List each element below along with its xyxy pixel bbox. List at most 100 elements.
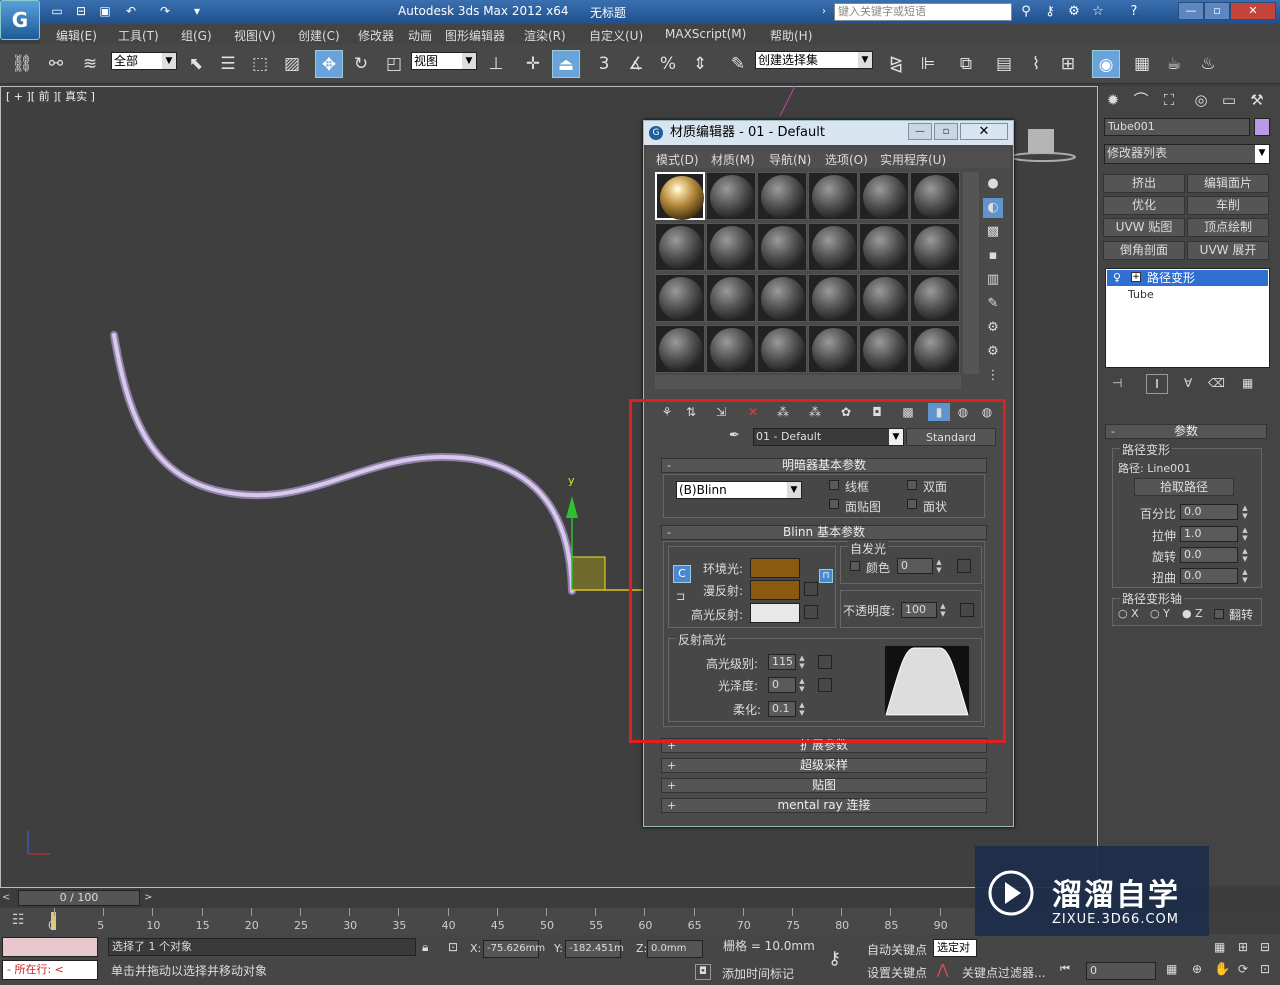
time-config-icon[interactable]: ▦ bbox=[1166, 962, 1177, 976]
absolute-mode-icon[interactable]: ⊡ bbox=[448, 940, 458, 954]
modifier-list-dropdown[interactable]: 修改器列表 ▼ bbox=[1104, 144, 1270, 164]
pick-path-button[interactable]: 拾取路径 bbox=[1134, 478, 1234, 496]
material-sample-slot[interactable] bbox=[859, 325, 909, 373]
close-button[interactable]: ✕ bbox=[1230, 2, 1276, 20]
slot-hscrollbar[interactable] bbox=[655, 375, 961, 389]
pin-stack-icon[interactable]: ⊣ bbox=[1112, 376, 1122, 390]
slot-scrollbar[interactable] bbox=[963, 172, 979, 374]
align-icon[interactable]: ⊫ bbox=[914, 50, 942, 78]
slider-next-icon[interactable]: > bbox=[144, 891, 158, 905]
render-setup-icon[interactable]: ▦ bbox=[1128, 50, 1156, 78]
help-icon[interactable]: ? bbox=[1124, 3, 1144, 21]
twist-spinner[interactable]: 0.0 bbox=[1180, 568, 1238, 584]
field-of-view-icon[interactable]: ⊟ bbox=[1260, 940, 1270, 954]
params-rollout-header[interactable]: - 参数 bbox=[1105, 424, 1267, 439]
edit-named-sets-icon[interactable]: ✎ bbox=[724, 50, 752, 78]
render-production-icon[interactable]: ♨ bbox=[1194, 50, 1222, 78]
menu-customize[interactable]: 自定义(U) bbox=[589, 27, 643, 44]
pan-hand-icon[interactable]: ✋ bbox=[1214, 962, 1230, 977]
material-sample-slot[interactable] bbox=[910, 223, 960, 271]
comm-center-icon[interactable]: ⚙ bbox=[1064, 3, 1084, 21]
app-logo-icon[interactable]: G bbox=[0, 0, 40, 40]
material-sample-slot[interactable] bbox=[808, 223, 858, 271]
script-line-field[interactable]: - 所在行: < bbox=[2, 960, 98, 980]
render-frame-icon[interactable]: ☕ bbox=[1160, 50, 1188, 78]
utilities-tab-icon[interactable]: ⚒ bbox=[1245, 89, 1269, 111]
spinner-arrows-icon[interactable]: ▲ ▼ bbox=[1240, 526, 1250, 542]
selection-set-dropdown[interactable]: 选定对 bbox=[933, 939, 977, 957]
zoom-all-icon[interactable]: ▦ bbox=[1214, 940, 1225, 954]
material-sample-slot[interactable] bbox=[808, 172, 858, 220]
material-sample-slot[interactable] bbox=[706, 274, 756, 322]
menu-help[interactable]: 帮助(H) bbox=[770, 27, 812, 44]
mod-btn-lathe[interactable]: 车削 bbox=[1187, 196, 1269, 215]
orbit-icon[interactable]: ⟳ bbox=[1238, 962, 1248, 976]
axis-x-radio[interactable]: ○ X bbox=[1118, 607, 1139, 620]
new-file-icon[interactable]: ▭ bbox=[48, 3, 66, 19]
mated-menu-navigation[interactable]: 导航(N) bbox=[769, 151, 811, 168]
mated-menu-material[interactable]: 材质(M) bbox=[711, 151, 755, 168]
material-sample-slot[interactable] bbox=[859, 172, 909, 220]
object-color-swatch[interactable] bbox=[1254, 118, 1270, 136]
mated-menu-utilities[interactable]: 实用程序(U) bbox=[880, 151, 946, 168]
mod-btn-uvw-map[interactable]: UVW 贴图 bbox=[1103, 218, 1185, 237]
layer-manager-icon[interactable]: ⧉ bbox=[952, 50, 980, 78]
percent-spinner[interactable]: 0.0 bbox=[1180, 504, 1238, 520]
mental-ray-rollout[interactable]: + mental ray 连接 bbox=[661, 798, 987, 813]
curve-editor-icon[interactable]: ⌇ bbox=[1022, 50, 1050, 78]
display-tab-icon[interactable]: ▭ bbox=[1217, 89, 1241, 111]
lightbulb-icon[interactable]: ♀ bbox=[1113, 271, 1121, 284]
material-sample-slot[interactable] bbox=[655, 223, 705, 271]
redo-icon[interactable]: ↷ bbox=[156, 3, 174, 19]
flip-checkbox[interactable] bbox=[1214, 609, 1224, 619]
spinner-snap-icon[interactable]: ⇕ bbox=[686, 50, 714, 78]
mod-btn-unwrap-uvw[interactable]: UVW 展开 bbox=[1187, 241, 1269, 260]
material-sample-slot[interactable] bbox=[910, 325, 960, 373]
window-crossing-icon[interactable]: ▨ bbox=[278, 50, 306, 78]
material-sample-slot[interactable] bbox=[655, 325, 705, 373]
select-by-name-icon[interactable]: ☰ bbox=[214, 50, 242, 78]
object-name-field[interactable]: Tube001 bbox=[1104, 118, 1250, 136]
material-sample-slot[interactable] bbox=[757, 274, 807, 322]
material-sample-slot[interactable] bbox=[706, 223, 756, 271]
select-by-material-icon[interactable]: ⚙ bbox=[983, 342, 1003, 362]
select-manipulate-icon[interactable]: ✛ bbox=[519, 50, 547, 78]
make-preview-icon[interactable]: ✎ bbox=[983, 294, 1003, 314]
snaps-toggle-icon[interactable]: 3 bbox=[590, 50, 618, 78]
rect-selection-icon[interactable]: ⬚ bbox=[246, 50, 274, 78]
backlight-icon[interactable]: ◐ bbox=[983, 198, 1003, 218]
modify-tab-icon[interactable]: ⌒ bbox=[1129, 89, 1153, 111]
time-slider[interactable]: 0 / 100 bbox=[18, 890, 140, 906]
material-sample-slot[interactable] bbox=[706, 325, 756, 373]
material-map-navigator-icon[interactable]: ⋮ bbox=[983, 366, 1003, 386]
binoculars-icon[interactable]: ⚲ bbox=[1016, 3, 1036, 21]
mated-minimize-button[interactable]: — bbox=[908, 123, 932, 140]
mod-btn-vertex-paint[interactable]: 顶点绘制 bbox=[1187, 218, 1269, 237]
mated-close-button[interactable]: ✕ bbox=[960, 123, 1008, 140]
slider-prev-icon[interactable]: < bbox=[2, 891, 16, 905]
material-sample-slot[interactable] bbox=[757, 325, 807, 373]
zoom-icon[interactable]: ⊕ bbox=[1192, 962, 1202, 976]
video-color-check-icon[interactable]: ▥ bbox=[983, 270, 1003, 290]
key-icon[interactable]: ⚷ bbox=[1040, 3, 1060, 21]
mod-btn-edit-patch[interactable]: 编辑面片 bbox=[1187, 174, 1269, 193]
material-sample-slot[interactable] bbox=[859, 274, 909, 322]
menu-maxscript[interactable]: MAXScript(M) bbox=[665, 27, 746, 41]
percent-snap-icon[interactable]: % bbox=[654, 50, 682, 78]
material-sample-slot[interactable] bbox=[655, 172, 705, 220]
menu-create[interactable]: 创建(C) bbox=[298, 27, 340, 44]
open-file-icon[interactable]: ⊟ bbox=[72, 3, 90, 19]
material-sample-slot[interactable] bbox=[808, 325, 858, 373]
menu-edit[interactable]: 编辑(E) bbox=[56, 27, 97, 44]
keyboard-shortcut-icon[interactable]: ⏏ bbox=[552, 50, 580, 78]
mod-btn-optimize[interactable]: 优化 bbox=[1103, 196, 1185, 215]
motion-tab-icon[interactable]: ◎ bbox=[1189, 89, 1213, 111]
max-toggle-icon[interactable]: ⊡ bbox=[1260, 962, 1270, 976]
menu-tools[interactable]: 工具(T) bbox=[118, 27, 159, 44]
maxscript-listener-field[interactable] bbox=[2, 937, 98, 957]
menu-group[interactable]: 组(G) bbox=[181, 27, 212, 44]
time-tag-icon[interactable]: ◘ bbox=[695, 964, 711, 980]
select-scale-icon[interactable]: ◰ bbox=[380, 50, 408, 78]
hierarchy-tab-icon[interactable]: ⛶ bbox=[1157, 89, 1181, 111]
options-icon[interactable]: ⚙ bbox=[983, 318, 1003, 338]
